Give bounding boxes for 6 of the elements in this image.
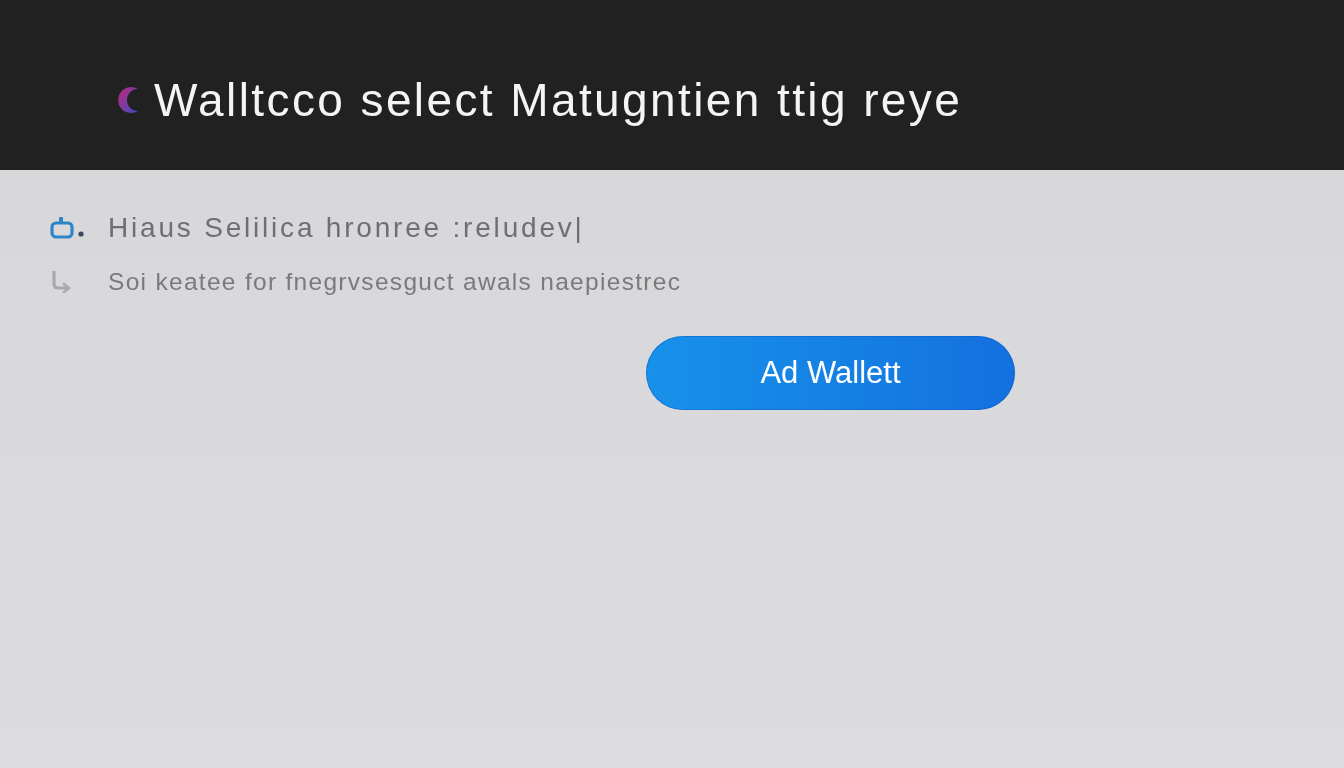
add-wallet-button[interactable]: Ad Wallett xyxy=(646,336,1015,410)
box-icon xyxy=(50,217,84,239)
page-title: Walltcco select Matugntien ttig reye xyxy=(154,73,963,127)
item-text: Soi keatee for fnegrvsesguct awals naepiestrec xyxy=(108,268,682,296)
item-text: Hiaus Selilica hronree :reludev| xyxy=(108,212,585,244)
corner-arrow-icon xyxy=(50,271,72,293)
